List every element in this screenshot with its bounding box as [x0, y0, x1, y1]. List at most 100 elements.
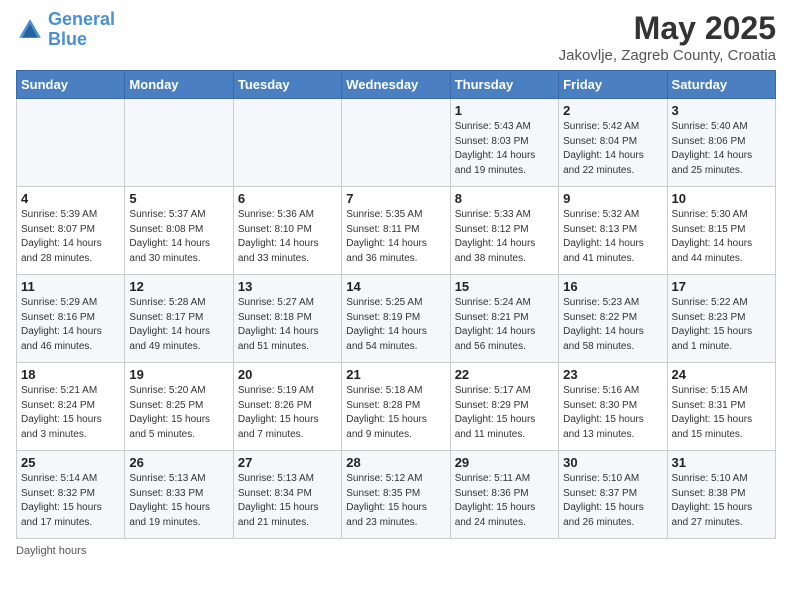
day-number: 18: [21, 367, 120, 382]
week-row-4: 18Sunrise: 5:21 AMSunset: 8:24 PMDayligh…: [17, 363, 776, 451]
day-number: 30: [563, 455, 662, 470]
day-cell: 25 Sunrise: 5:14 AMSunset: 8:32 PMDayligh…: [17, 451, 125, 539]
day-number: 5: [129, 191, 228, 206]
day-number: 19: [129, 367, 228, 382]
col-header-thursday: Thursday: [450, 71, 558, 99]
day-cell: 15 Sunrise: 5:24 AMSunset: 8:21 PMDayligh…: [450, 275, 558, 363]
day-number: 12: [129, 279, 228, 294]
day-cell: 20 Sunrise: 5:19 AMSunset: 8:26 PMDayligh…: [233, 363, 341, 451]
day-number: 1: [455, 103, 554, 118]
day-detail: Sunrise: 5:40 AMSunset: 8:06 PMDaylight:…: [672, 120, 771, 178]
day-detail: Sunrise: 5:14 AMSunset: 8:32 PMDaylight:…: [21, 472, 120, 530]
day-detail: Sunrise: 5:18 AMSunset: 8:28 PMDaylight:…: [346, 384, 445, 442]
week-row-1: 1 Sunrise: 5:43 AMSunset: 8:03 PMDaylight…: [17, 99, 776, 187]
day-detail: Sunrise: 5:13 AMSunset: 8:34 PMDaylight:…: [238, 472, 337, 530]
col-header-monday: Monday: [125, 71, 233, 99]
page: General Blue May 2025 Jakovlje, Zagreb C…: [0, 0, 792, 612]
day-detail: Sunrise: 5:25 AMSunset: 8:19 PMDaylight:…: [346, 296, 445, 354]
day-number: 2: [563, 103, 662, 118]
logo-line1: General: [48, 9, 115, 29]
col-header-friday: Friday: [559, 71, 667, 99]
day-cell: 16 Sunrise: 5:23 AMSunset: 8:22 PMDayligh…: [559, 275, 667, 363]
day-cell: 19 Sunrise: 5:20 AMSunset: 8:25 PMDayligh…: [125, 363, 233, 451]
day-number: 21: [346, 367, 445, 382]
day-cell: 13 Sunrise: 5:27 AMSunset: 8:18 PMDayligh…: [233, 275, 341, 363]
day-detail: Sunrise: 5:17 AMSunset: 8:29 PMDaylight:…: [455, 384, 554, 442]
day-cell: 28 Sunrise: 5:12 AMSunset: 8:35 PMDayligh…: [342, 451, 450, 539]
subtitle: Jakovlje, Zagreb County, Croatia: [559, 47, 776, 64]
day-detail: Sunrise: 5:30 AMSunset: 8:15 PMDaylight:…: [672, 208, 771, 266]
day-cell: 26Sunrise: 5:13 AMSunset: 8:33 PMDayligh…: [125, 451, 233, 539]
day-detail: Sunrise: 5:22 AMSunset: 8:23 PMDaylight:…: [672, 296, 771, 354]
footer-note-text: Daylight hours: [16, 545, 86, 557]
day-number: 11: [21, 279, 120, 294]
day-cell: 3Sunrise: 5:40 AMSunset: 8:06 PMDaylight…: [667, 99, 775, 187]
day-detail: Sunrise: 5:29 AMSunset: 8:16 PMDaylight:…: [21, 296, 120, 354]
day-detail: Sunrise: 5:12 AMSunset: 8:35 PMDaylight:…: [346, 472, 445, 530]
day-number: 13: [238, 279, 337, 294]
day-cell: 22Sunrise: 5:17 AMSunset: 8:29 PMDayligh…: [450, 363, 558, 451]
day-cell: 30 Sunrise: 5:10 AMSunset: 8:37 PMDayligh…: [559, 451, 667, 539]
footer-note: Daylight hours: [16, 545, 776, 557]
col-header-sunday: Sunday: [17, 71, 125, 99]
day-cell: 7Sunrise: 5:35 AMSunset: 8:11 PMDaylight…: [342, 187, 450, 275]
day-number: 16: [563, 279, 662, 294]
day-number: 28: [346, 455, 445, 470]
day-detail: Sunrise: 5:35 AMSunset: 8:11 PMDaylight:…: [346, 208, 445, 266]
day-detail: Sunrise: 5:16 AMSunset: 8:30 PMDaylight:…: [563, 384, 662, 442]
day-detail: Sunrise: 5:11 AMSunset: 8:36 PMDaylight:…: [455, 472, 554, 530]
day-detail: Sunrise: 5:19 AMSunset: 8:26 PMDaylight:…: [238, 384, 337, 442]
day-cell: 21 Sunrise: 5:18 AMSunset: 8:28 PMDayligh…: [342, 363, 450, 451]
day-cell: 6Sunrise: 5:36 AMSunset: 8:10 PMDaylight…: [233, 187, 341, 275]
day-cell: 23 Sunrise: 5:16 AMSunset: 8:30 PMDayligh…: [559, 363, 667, 451]
col-header-saturday: Saturday: [667, 71, 775, 99]
day-cell: 1 Sunrise: 5:43 AMSunset: 8:03 PMDaylight…: [450, 99, 558, 187]
day-number: 20: [238, 367, 337, 382]
day-number: 4: [21, 191, 120, 206]
day-cell: 17 Sunrise: 5:22 AMSunset: 8:23 PMDayligh…: [667, 275, 775, 363]
header: General Blue May 2025 Jakovlje, Zagreb C…: [16, 10, 776, 64]
day-detail: Sunrise: 5:27 AMSunset: 8:18 PMDaylight:…: [238, 296, 337, 354]
day-number: 25: [21, 455, 120, 470]
day-cell: 11 Sunrise: 5:29 AMSunset: 8:16 PMDayligh…: [17, 275, 125, 363]
day-detail: Sunrise: 5:10 AMSunset: 8:38 PMDaylight:…: [672, 472, 771, 530]
day-detail: Sunrise: 5:20 AMSunset: 8:25 PMDaylight:…: [129, 384, 228, 442]
day-cell: 29 Sunrise: 5:11 AMSunset: 8:36 PMDayligh…: [450, 451, 558, 539]
day-number: 29: [455, 455, 554, 470]
col-header-tuesday: Tuesday: [233, 71, 341, 99]
day-cell: 27Sunrise: 5:13 AMSunset: 8:34 PMDayligh…: [233, 451, 341, 539]
day-detail: Sunrise: 5:39 AMSunset: 8:07 PMDaylight:…: [21, 208, 120, 266]
day-detail: Sunrise: 5:15 AMSunset: 8:31 PMDaylight:…: [672, 384, 771, 442]
day-cell: 8Sunrise: 5:33 AMSunset: 8:12 PMDaylight…: [450, 187, 558, 275]
day-number: 23: [563, 367, 662, 382]
week-row-3: 11 Sunrise: 5:29 AMSunset: 8:16 PMDayligh…: [17, 275, 776, 363]
day-detail: Sunrise: 5:42 AMSunset: 8:04 PMDaylight:…: [563, 120, 662, 178]
logo-line2: Blue: [48, 29, 87, 49]
day-number: 10: [672, 191, 771, 206]
day-number: 17: [672, 279, 771, 294]
day-cell: 18Sunrise: 5:21 AMSunset: 8:24 PMDayligh…: [17, 363, 125, 451]
week-row-2: 4 Sunrise: 5:39 AMSunset: 8:07 PMDaylight…: [17, 187, 776, 275]
day-number: 31: [672, 455, 771, 470]
day-number: 9: [563, 191, 662, 206]
logo-icon: [16, 16, 44, 44]
day-number: 14: [346, 279, 445, 294]
week-row-5: 25 Sunrise: 5:14 AMSunset: 8:32 PMDayligh…: [17, 451, 776, 539]
day-cell: [125, 99, 233, 187]
day-cell: 12Sunrise: 5:28 AMSunset: 8:17 PMDayligh…: [125, 275, 233, 363]
day-detail: Sunrise: 5:24 AMSunset: 8:21 PMDaylight:…: [455, 296, 554, 354]
day-cell: 10 Sunrise: 5:30 AMSunset: 8:15 PMDayligh…: [667, 187, 775, 275]
day-number: 24: [672, 367, 771, 382]
day-number: 15: [455, 279, 554, 294]
day-cell: [17, 99, 125, 187]
day-cell: 4 Sunrise: 5:39 AMSunset: 8:07 PMDaylight…: [17, 187, 125, 275]
day-number: 6: [238, 191, 337, 206]
day-detail: Sunrise: 5:43 AMSunset: 8:03 PMDaylight:…: [455, 120, 554, 178]
day-number: 8: [455, 191, 554, 206]
logo-text: General Blue: [48, 10, 115, 50]
day-detail: Sunrise: 5:23 AMSunset: 8:22 PMDaylight:…: [563, 296, 662, 354]
day-detail: Sunrise: 5:10 AMSunset: 8:37 PMDaylight:…: [563, 472, 662, 530]
logo: General Blue: [16, 10, 115, 50]
day-cell: 24 Sunrise: 5:15 AMSunset: 8:31 PMDayligh…: [667, 363, 775, 451]
day-cell: [342, 99, 450, 187]
